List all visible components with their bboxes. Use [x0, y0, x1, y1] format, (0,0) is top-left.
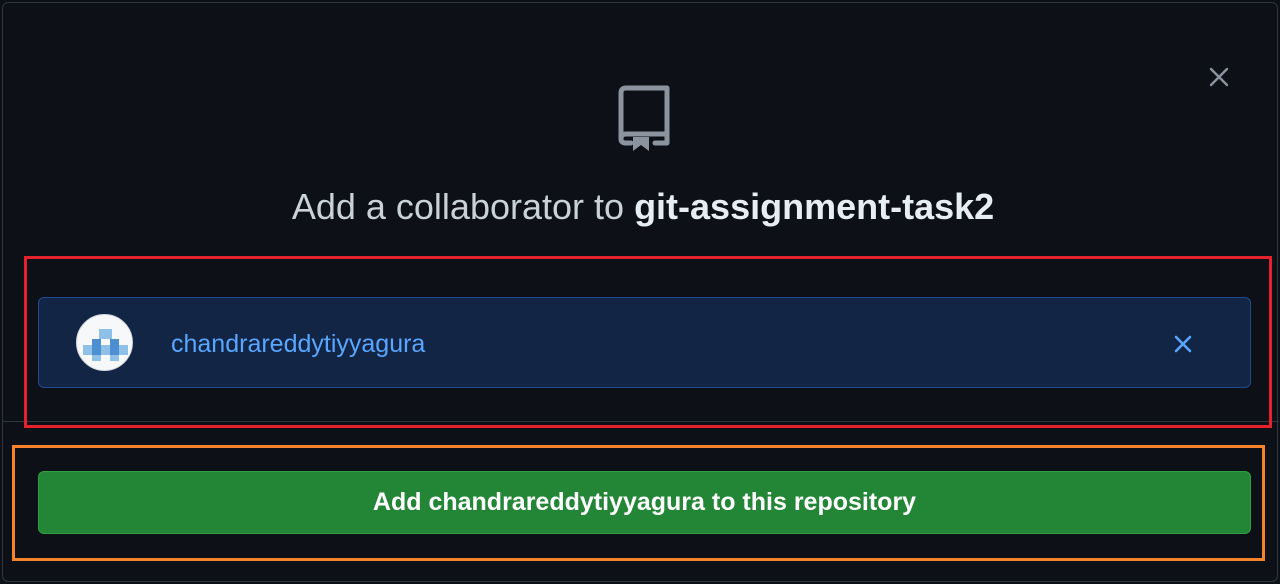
- remove-icon: [1174, 335, 1192, 353]
- selected-collaborator: chandrareddytiyyagura: [38, 297, 1251, 388]
- repo-icon: [618, 85, 670, 151]
- add-collaborator-dialog: Add a collaborator to git-assignment-tas…: [2, 2, 1280, 582]
- remove-collaborator-button[interactable]: [1167, 328, 1199, 360]
- repo-name: git-assignment-task2: [634, 186, 995, 227]
- close-button[interactable]: [1203, 61, 1235, 93]
- avatar: [76, 314, 133, 371]
- dialog-title: Add a collaborator to git-assignment-tas…: [3, 181, 1280, 233]
- add-collaborator-button[interactable]: Add chandrareddytiyyagura to this reposi…: [38, 471, 1251, 534]
- divider: [3, 421, 1279, 422]
- title-prefix: Add a collaborator to: [291, 186, 625, 227]
- collaborator-username: chandrareddytiyyagura: [171, 330, 426, 358]
- close-icon: [1209, 67, 1229, 87]
